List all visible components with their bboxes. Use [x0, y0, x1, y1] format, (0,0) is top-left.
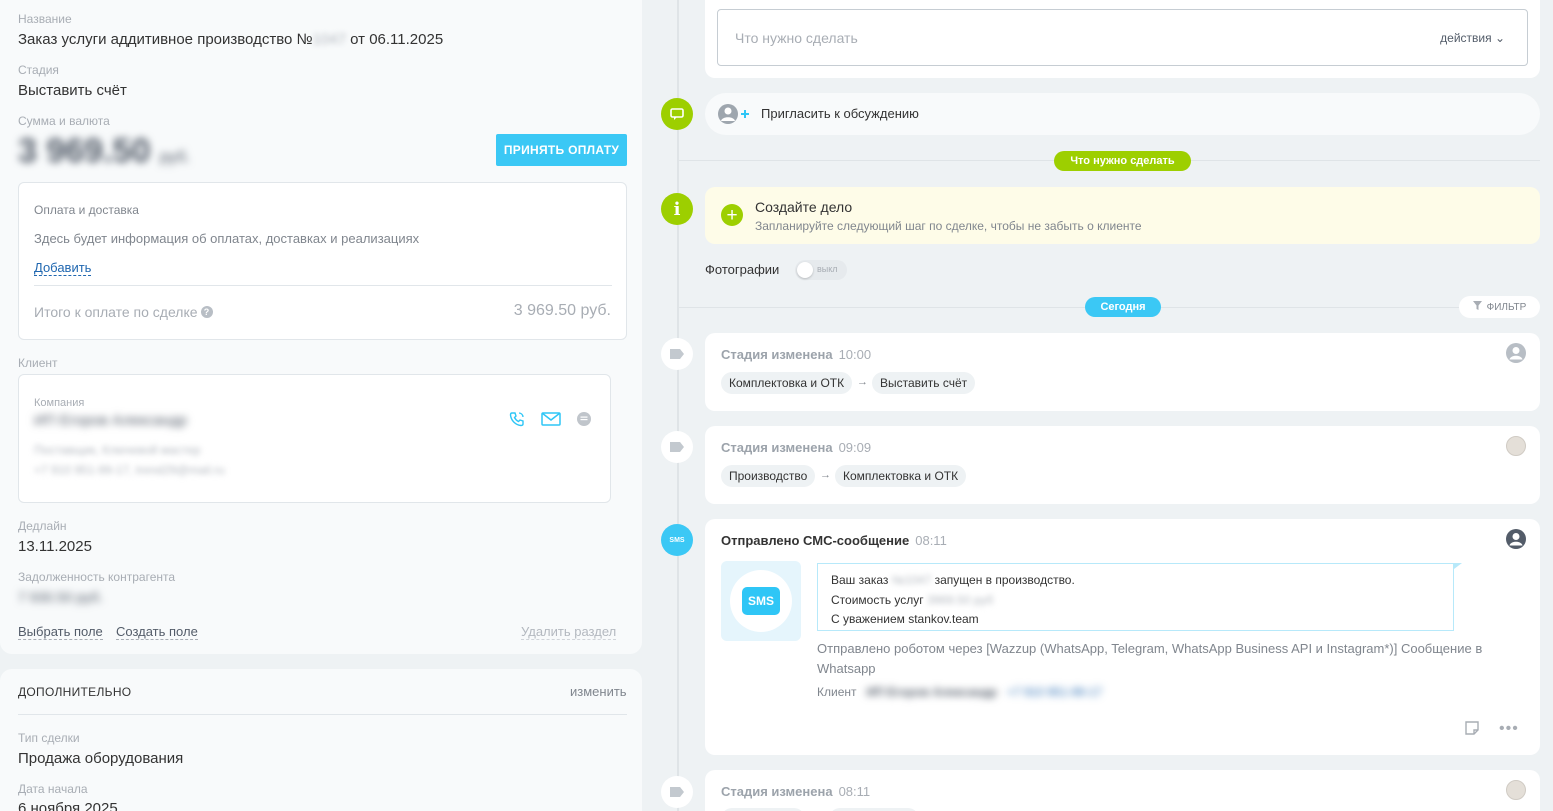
start-date-label: Дата начала: [18, 782, 88, 796]
invite-bar[interactable]: Пригласить к обсуждению: [705, 93, 1540, 135]
stage-change-event: Стадия изменена 09:09 Производство → Комп…: [705, 426, 1540, 504]
filter-icon: [1472, 301, 1482, 313]
help-icon[interactable]: ?: [200, 306, 213, 318]
accept-payment-button[interactable]: ПРИНЯТЬ ОПЛАТУ: [496, 134, 627, 166]
stage-label: Стадия: [18, 63, 59, 77]
create-task-title: Создайте дело: [755, 199, 853, 215]
stage-change-event: Стадия изменена 08:11: [705, 770, 1540, 811]
company-label: Компания: [34, 397, 85, 409]
actions-dropdown[interactable]: действия ⌄: [1440, 31, 1505, 45]
divider: [679, 307, 1459, 308]
today-pill: Сегодня: [1085, 297, 1161, 317]
plus-icon[interactable]: +: [721, 204, 743, 226]
deal-name[interactable]: Заказ услуги аддитивное производство №10…: [18, 31, 443, 48]
arrow-right-icon: →: [857, 376, 868, 388]
select-field-link[interactable]: Выбрать поле: [18, 623, 103, 641]
sms-message-bubble: Ваш заказ №1047 запущен в производство. …: [817, 563, 1454, 631]
stage-chip-to: Комплектовка и ОТК: [835, 465, 967, 487]
sms-icon: SMS: [661, 524, 693, 556]
stage-chip-from: Комплектовка и ОТК: [721, 372, 853, 394]
add-user-icon: [717, 103, 751, 130]
name-label: Название: [18, 12, 72, 26]
phone-icon[interactable]: [509, 411, 525, 432]
photos-toggle[interactable]: выкл: [795, 260, 847, 280]
payment-delivery-box: Оплата и доставка Здесь будет информация…: [18, 182, 627, 340]
todo-input[interactable]: Что нужно сделать действия ⌄: [717, 9, 1528, 66]
company-contacts: +7 910 951-99-17, trend29@mail.ru: [34, 463, 225, 477]
divider: [34, 285, 612, 286]
robot-note: Отправлено роботом через [Wazzup (WhatsA…: [817, 641, 1483, 676]
delete-section-link[interactable]: Удалить раздел: [521, 623, 617, 641]
user-avatar-icon[interactable]: [1506, 343, 1526, 363]
debt-label: Задолженность контрагента: [18, 570, 176, 584]
amount-label: Сумма и валюта: [18, 114, 110, 128]
deal-type-label: Тип сделки: [18, 731, 80, 745]
create-task-card[interactable]: + Создайте дело Запланируйте следующий ш…: [705, 187, 1540, 244]
deadline-label: Дедлайн: [18, 519, 67, 533]
note-icon[interactable]: [1464, 720, 1480, 741]
user-photo-avatar[interactable]: [1506, 780, 1526, 800]
payment-add-link[interactable]: Добавить: [34, 259, 92, 277]
chevron-down-icon: ⌄: [1494, 31, 1505, 45]
company-type: Поставщик, Ключевой мастер: [34, 443, 201, 457]
filter-button[interactable]: ФИЛЬТР: [1459, 296, 1540, 318]
stage-change-event: Стадия изменена 10:00 Комплектовка и ОТК …: [705, 333, 1540, 411]
todo-pill: Что нужно сделать: [1054, 151, 1191, 171]
stage-chip-to: Выставить счёт: [872, 372, 976, 394]
toggle-knob: [797, 262, 813, 278]
total-label: Итого к оплате по сделке ?: [34, 304, 213, 320]
arrow-right-icon: →: [820, 469, 831, 481]
user-avatar-icon[interactable]: [1506, 529, 1526, 549]
sms-event: Отправлено СМС-сообщение 08:11 SMS Ваш за…: [705, 519, 1540, 755]
sms-client-row: Клиент ИП Егоров Александр +7 910 951-99…: [817, 685, 1103, 699]
email-icon[interactable]: [541, 412, 561, 431]
debt-value: 7 930.50 руб.: [18, 589, 104, 605]
payment-title: Оплата и доставка: [34, 203, 139, 217]
sms-badge: SMS: [721, 561, 801, 641]
company-name[interactable]: ИП Егоров Александр: [34, 412, 187, 429]
start-date-value[interactable]: 6 ноября 2025: [18, 800, 118, 811]
comment-icon: [661, 98, 693, 130]
stage-tag-icon: [661, 776, 693, 808]
stage-chip-from: Производство: [721, 465, 816, 487]
more-icon[interactable]: •••: [1499, 720, 1519, 738]
create-field-link[interactable]: Создать поле: [116, 623, 198, 641]
chat-icon[interactable]: [576, 411, 592, 432]
stage-value[interactable]: Выставить счёт: [18, 82, 127, 99]
bubble-tail: [1454, 563, 1462, 569]
divider: [18, 714, 627, 715]
payment-info: Здесь будет информация об оплатах, доста…: [34, 231, 420, 246]
additional-title: ДОПОЛНИТЕЛЬНО: [18, 685, 132, 699]
create-task-hint: Запланируйте следующий шаг по сделке, чт…: [755, 219, 1142, 233]
additional-edit-link[interactable]: изменить: [570, 684, 627, 699]
stage-tag-icon: [661, 338, 693, 370]
amount-value: 3 969.50 руб.: [18, 132, 191, 170]
info-icon: i: [661, 193, 693, 225]
client-label: Клиент: [18, 356, 58, 370]
stage-tag-icon: [661, 431, 693, 463]
total-value: 3 969.50 руб.: [513, 302, 611, 319]
deal-type-value[interactable]: Продажа оборудования: [18, 750, 183, 767]
client-box: Компания ИП Егоров Александр Поставщик, …: [18, 374, 611, 503]
deal-number: 1047: [312, 31, 346, 48]
user-photo-avatar[interactable]: [1506, 436, 1526, 456]
deadline-value[interactable]: 13.11.2025: [18, 538, 92, 555]
photos-label: Фотографии: [705, 262, 780, 277]
